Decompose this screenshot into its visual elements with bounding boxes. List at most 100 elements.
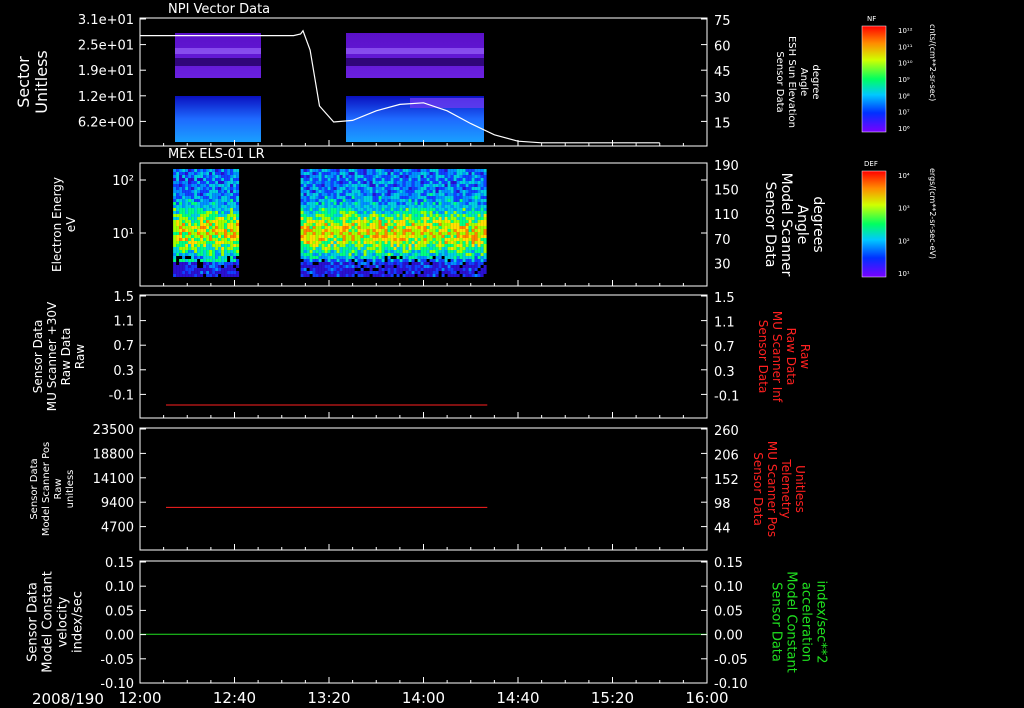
els-heat-cell — [429, 244, 433, 247]
els-heat-cell — [236, 259, 240, 262]
els-heat-cell — [345, 241, 349, 244]
els-heat-cell — [456, 217, 460, 220]
els-heat-cell — [206, 259, 210, 262]
els-heat-cell — [176, 232, 180, 235]
els-heat-cell — [438, 184, 442, 187]
els-heat-cell — [402, 229, 406, 232]
els-heat-cell — [179, 184, 183, 187]
els-heat-cell — [194, 223, 198, 226]
els-heat-cell — [197, 217, 201, 220]
els-heat-cell — [405, 184, 409, 187]
els-heat-cell — [357, 253, 361, 256]
els-heat-cell — [369, 232, 373, 235]
els-heat-cell — [453, 187, 457, 190]
els-heat-cell — [182, 169, 186, 172]
els-heat-cell — [336, 220, 340, 223]
els-heat-cell — [306, 217, 310, 220]
els-heat-cell — [300, 232, 304, 235]
els-heat-cell — [342, 196, 346, 199]
els-heat-cell — [474, 208, 478, 211]
els-heat-cell — [318, 229, 322, 232]
els-heat-cell — [354, 202, 358, 205]
els-heat-cell — [423, 187, 427, 190]
els-heat-cell — [203, 199, 207, 202]
els-heat-cell — [468, 238, 472, 241]
els-heat-cell — [408, 196, 412, 199]
els-heat-cell — [330, 235, 334, 238]
els-heat-cell — [221, 238, 225, 241]
els-heat-cell — [330, 169, 334, 172]
els-heat-cell — [462, 208, 466, 211]
els-heat-cell — [459, 193, 463, 196]
els-heat-cell — [330, 250, 334, 253]
els-heat-cell — [345, 262, 349, 265]
els-heat-cell — [423, 214, 427, 217]
els-heat-cell — [233, 187, 237, 190]
els-heat-cell — [306, 172, 310, 175]
els-heat-cell — [432, 223, 436, 226]
els-heat-cell — [411, 268, 415, 271]
left-axis-labels: Sector UnitlessElectron Energy eVSensor Da… — [14, 50, 87, 673]
els-heat-cell — [315, 250, 319, 253]
els-heat-cell — [387, 271, 391, 274]
right-tick-label: 75 — [714, 14, 731, 29]
els-heat-cell — [197, 193, 201, 196]
els-heat-cell — [206, 217, 210, 220]
els-heat-cell — [444, 247, 448, 250]
els-heat-cell — [306, 211, 310, 214]
els-heat-cell — [429, 211, 433, 214]
els-heat-cell — [405, 274, 409, 277]
els-heat-cell — [200, 256, 204, 259]
els-heat-cell — [209, 256, 213, 259]
els-heat-cell — [411, 259, 415, 262]
els-heat-cell — [426, 229, 430, 232]
els-heat-cell — [375, 223, 379, 226]
els-heat-cell — [330, 193, 334, 196]
els-heat-cell — [411, 238, 415, 241]
els-heat-cell — [303, 202, 307, 205]
els-heat-cell — [209, 172, 213, 175]
els-heat-cell — [215, 214, 219, 217]
els-heat-cell — [405, 169, 409, 172]
els-heat-cell — [432, 262, 436, 265]
els-heat-cell — [212, 232, 216, 235]
right-axis-label-line: Model Scanner — [778, 173, 794, 277]
els-heat-cell — [432, 250, 436, 253]
els-heat-cell — [206, 247, 210, 250]
els-heat-cell — [447, 172, 451, 175]
els-heat-cell — [420, 241, 424, 244]
left-tick-label: -0.05 — [100, 653, 134, 668]
els-heat-cell — [348, 217, 352, 220]
els-heat-cell — [399, 268, 403, 271]
els-heat-cell — [212, 241, 216, 244]
els-heat-cell — [221, 205, 225, 208]
els-heat-cell — [182, 271, 186, 274]
els-heat-cell — [372, 181, 376, 184]
els-heat-cell — [354, 247, 358, 250]
els-heat-cell — [227, 271, 231, 274]
nf-colorbar-tag: NF — [867, 15, 876, 23]
els-heat-cell — [477, 235, 481, 238]
left-axis-label-line: Raw — [53, 478, 64, 499]
els-heat-cell — [315, 205, 319, 208]
els-heat-cell — [218, 211, 222, 214]
els-heat-cell — [411, 205, 415, 208]
els-heat-cell — [306, 187, 310, 190]
els-heat-cell — [176, 217, 180, 220]
els-heat-cell — [336, 247, 340, 250]
els-heat-cell — [453, 223, 457, 226]
els-heat-cell — [411, 199, 415, 202]
els-heat-cell — [384, 250, 388, 253]
els-heat-cell — [459, 235, 463, 238]
els-heat-cell — [474, 196, 478, 199]
els-heat-cell — [393, 184, 397, 187]
els-heat-cell — [212, 205, 216, 208]
els-heat-cell — [206, 169, 210, 172]
els-heat-cell — [236, 217, 240, 220]
els-heat-cell — [456, 184, 460, 187]
els-heat-cell — [227, 235, 231, 238]
els-heat-cell — [435, 178, 439, 181]
els-heat-cell — [318, 268, 322, 271]
els-heat-cell — [236, 241, 240, 244]
els-heat-cell — [402, 214, 406, 217]
